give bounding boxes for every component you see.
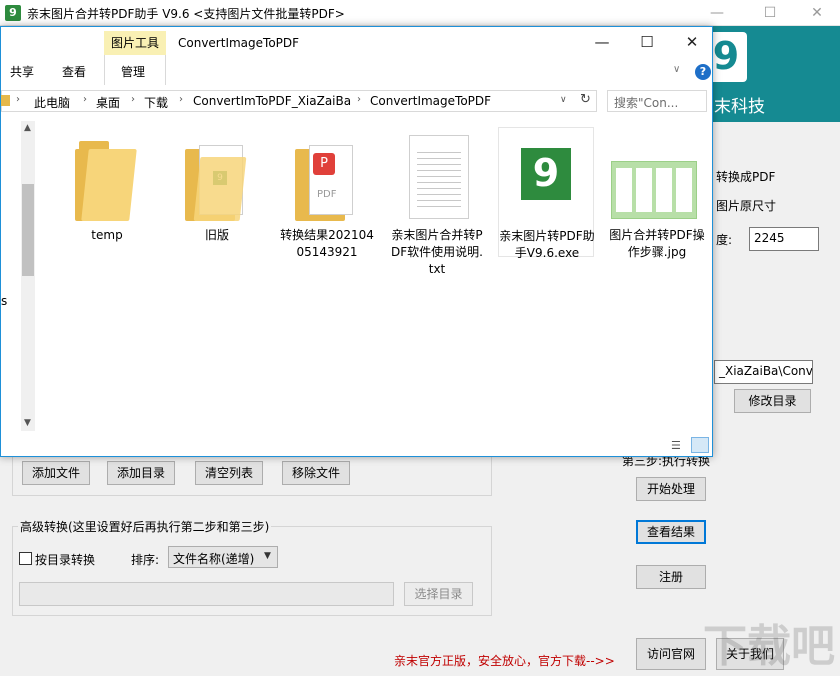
explorer-title: ConvertImageToPDF <box>178 36 300 50</box>
sort-select[interactable]: 文件名称(递增) ▼ <box>168 546 278 568</box>
nav-scrollbar[interactable] <box>21 121 35 431</box>
view-result-button[interactable]: 查看结果 <box>636 520 706 544</box>
file-item-temp[interactable]: temp <box>59 131 155 251</box>
ribbon-context-tab[interactable]: 图片工具 <box>104 31 166 55</box>
scroll-up-icon[interactable]: ▲ <box>24 123 31 133</box>
folder-icon: 9 <box>185 137 249 221</box>
explorer-minimize-button[interactable]: — <box>579 30 625 54</box>
select-dir-path-field <box>19 582 394 606</box>
height-input[interactable]: 2245 <box>749 227 819 251</box>
text-lines-icon <box>417 147 461 207</box>
refresh-icon[interactable]: ↻ <box>580 92 591 107</box>
register-button[interactable]: 注册 <box>636 565 706 589</box>
dir-convert-checkbox[interactable] <box>19 552 32 565</box>
select-dir-button: 选择目录 <box>404 582 473 606</box>
chevron-down-icon[interactable]: ∨ <box>560 95 567 105</box>
folder-icon <box>75 137 139 221</box>
file-item-jpg[interactable]: 图片合并转PDF操作步骤.jpg <box>609 131 705 261</box>
visit-site-button[interactable]: 访问官网 <box>636 638 706 670</box>
help-icon[interactable]: ? <box>695 64 711 80</box>
brand-text: 末科技 <box>714 97 765 117</box>
file-label: 转换结果20210405143921 <box>280 228 374 259</box>
file-item-manual-txt[interactable]: 亲末图片合并转PDF软件使用说明.txt <box>389 131 485 276</box>
app-maximize-button[interactable]: ☐ <box>747 0 793 26</box>
ribbon-tab-view[interactable]: 查看 <box>62 63 86 80</box>
sort-label: 排序: <box>131 553 160 567</box>
image-thumbnail-icon <box>611 161 697 219</box>
file-label: 亲末图片转PDF助手V9.6.exe <box>499 229 595 260</box>
convert-pdf-option[interactable]: 转换成PDF <box>716 168 775 185</box>
scroll-down-icon[interactable]: ▼ <box>24 418 31 428</box>
search-input[interactable]: 搜索"Con... <box>607 90 707 112</box>
watermark-logo: 下载吧 <box>703 621 835 672</box>
file-label: 旧版 <box>204 228 229 242</box>
address-bar[interactable]: › 此电脑 › 桌面 › 下载 › ConvertImToPDF_XiaZaiB… <box>1 90 597 112</box>
crumb-desktop[interactable]: 桌面 <box>96 94 120 111</box>
explorer-window[interactable]: 图片工具 ConvertImageToPDF 共享 查看 管理 — ☐ ✕ ∨ … <box>0 26 713 457</box>
app-logo-icon: 9 <box>5 5 21 21</box>
ribbon-tab-share[interactable]: 共享 <box>10 63 34 80</box>
footer-official-link[interactable]: 亲末官方正版，安全放心，官方下载-->> <box>394 652 615 669</box>
app-title: 亲末图片合并转PDF助手 V9.6 <支持图片文件批量转PDF> <box>27 7 345 21</box>
clear-list-button[interactable]: 清空列表 <box>195 461 263 485</box>
chevron-right-icon: › <box>357 94 361 105</box>
sort-select-value: 文件名称(递增) <box>173 552 255 566</box>
pdf-text-icon: PDF <box>317 189 337 200</box>
chevron-right-icon: › <box>83 94 87 105</box>
file-label: 亲末图片合并转PDF软件使用说明.txt <box>391 228 483 276</box>
height-label: 度: <box>716 233 733 247</box>
chevron-down-icon: ▼ <box>264 551 271 561</box>
chevron-right-icon: › <box>16 94 20 105</box>
modify-dir-button[interactable]: 修改目录 <box>734 389 811 413</box>
file-label: temp <box>91 228 123 242</box>
file-item-exe[interactable]: 9 亲末图片转PDF助手V9.6.exe <box>498 127 595 260</box>
app-icon: 9 <box>521 148 571 200</box>
chevron-right-icon: › <box>179 94 183 105</box>
dir-convert-label: 按目录转换 <box>35 553 96 567</box>
file-item-result-folder[interactable]: P PDF 转换结果20210405143921 <box>279 131 375 271</box>
details-view-icon[interactable]: ☰ <box>671 439 685 452</box>
start-button[interactable]: 开始处理 <box>636 477 706 501</box>
pdf-icon: P <box>313 153 335 175</box>
folder-icon: P PDF <box>295 137 359 221</box>
folder-icon <box>1 95 10 106</box>
file-item-old-version[interactable]: 9 旧版 <box>169 131 265 251</box>
crumb-downloads[interactable]: 下载 <box>144 94 168 111</box>
app-close-button[interactable]: ✕ <box>794 0 840 26</box>
file-label: 图片合并转PDF操作步骤.jpg <box>609 228 705 259</box>
ribbon-tab-manage[interactable]: 管理 <box>121 63 145 80</box>
ribbon-collapse-icon[interactable]: ∨ <box>673 64 680 75</box>
crumb-convertimtopdf[interactable]: ConvertImToPDF_XiaZaiBa <box>193 94 351 108</box>
remove-file-button[interactable]: 移除文件 <box>282 461 350 485</box>
advanced-title: 高级转换(这里设置好后再执行第二步和第三步) <box>18 518 272 535</box>
crumb-convertimagetopdf[interactable]: ConvertImageToPDF <box>370 94 491 108</box>
add-dir-button[interactable]: 添加目录 <box>107 461 175 485</box>
app-minimize-button[interactable]: — <box>694 0 740 26</box>
add-file-button[interactable]: 添加文件 <box>22 461 90 485</box>
nav-scrollbar-thumb[interactable] <box>22 184 34 276</box>
chevron-right-icon: › <box>131 94 135 105</box>
nav-text-fragment: s <box>1 294 8 308</box>
explorer-close-button[interactable]: ✕ <box>669 30 712 54</box>
large-icons-view-icon[interactable] <box>691 437 709 453</box>
crumb-this-pc[interactable]: 此电脑 <box>34 94 70 111</box>
explorer-maximize-button[interactable]: ☐ <box>624 30 670 54</box>
orig-size-option[interactable]: 图片原尺寸 <box>716 197 776 214</box>
output-path-field[interactable]: _XiaZaiBa\Conver <box>714 360 813 384</box>
